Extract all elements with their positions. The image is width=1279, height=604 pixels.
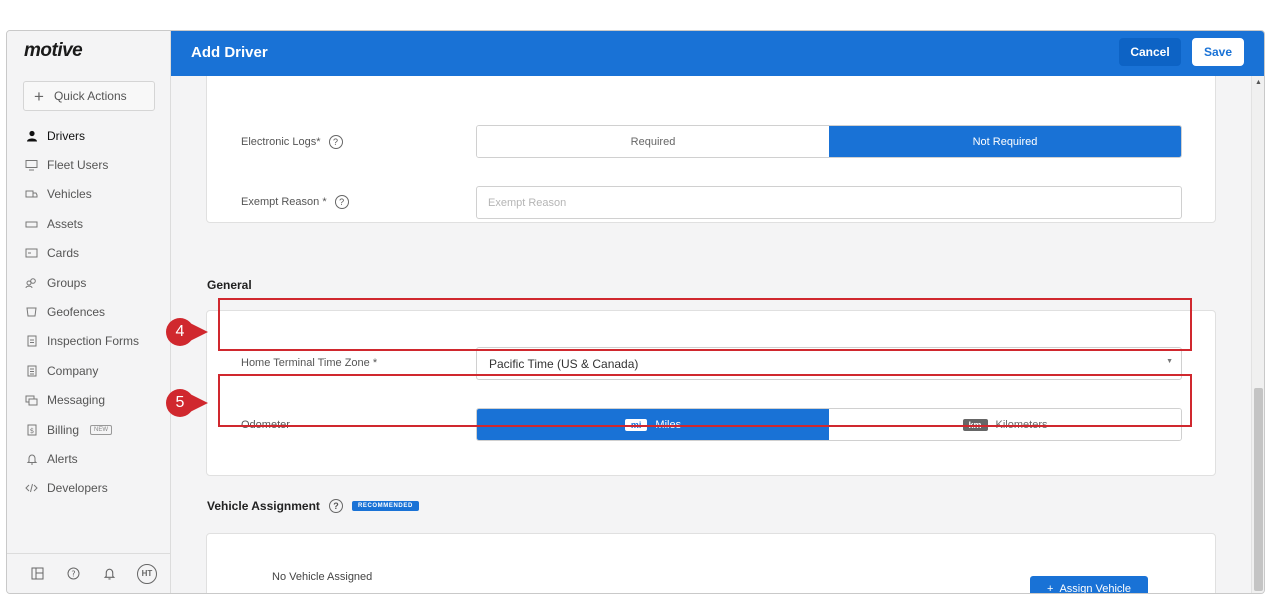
- sidebar-nav: Drivers Fleet Users Vehicles Assets Card…: [25, 121, 139, 503]
- vertical-scrollbar[interactable]: ▲: [1251, 76, 1264, 593]
- electronic-logs-not-required-option[interactable]: Not Required: [829, 126, 1181, 157]
- sidebar-item-label: Groups: [47, 275, 87, 290]
- recommended-badge: RECOMMENDED: [351, 501, 419, 511]
- save-button[interactable]: Save: [1192, 38, 1244, 66]
- geofence-icon: [25, 306, 38, 319]
- groups-icon: [25, 276, 38, 289]
- plus-icon: +: [34, 86, 44, 106]
- annotation-highlight-odometer: [218, 374, 1192, 427]
- quick-actions-label: Quick Actions: [53, 89, 127, 103]
- electronic-logs-label-text: Electronic Logs*: [241, 136, 321, 148]
- code-icon: [25, 482, 38, 495]
- notification-bell-icon[interactable]: [101, 566, 117, 582]
- help-circle-icon[interactable]: ?: [334, 195, 349, 209]
- building-icon: [25, 364, 38, 377]
- sidebar-item-assets[interactable]: Assets: [25, 209, 139, 238]
- hours-of-service-card: Electronic Logs* ? Required Not Required…: [206, 76, 1216, 223]
- card-icon: [25, 247, 38, 260]
- sidebar-item-label: Drivers: [47, 128, 85, 143]
- scroll-up-arrow-icon[interactable]: ▲: [1255, 79, 1262, 86]
- exempt-reason-label: Exempt Reason * ?: [241, 195, 349, 209]
- sidebar-item-label: Cards: [47, 246, 80, 261]
- form-icon: [25, 335, 38, 348]
- sidebar-item-groups[interactable]: Groups: [25, 268, 139, 297]
- sidebar-item-vehicles[interactable]: Vehicles: [25, 180, 139, 209]
- sidebar-item-cards[interactable]: Cards: [25, 239, 139, 268]
- sidebar-item-label: Messaging: [47, 393, 106, 408]
- vehicle-assignment-section-title: Vehicle Assignment ? RECOMMENDED: [207, 499, 419, 513]
- electronic-logs-required-option[interactable]: Required: [477, 126, 829, 157]
- exempt-reason-input[interactable]: [476, 186, 1182, 219]
- annotation-marker-5: 5: [166, 389, 208, 417]
- sidebar-item-label: Geofences: [47, 305, 106, 320]
- assign-vehicle-button[interactable]: + Assign Vehicle: [1030, 576, 1148, 593]
- trailer-icon: [25, 217, 38, 230]
- sidebar-item-fleet-users[interactable]: Fleet Users: [25, 150, 139, 179]
- sidebar-item-messaging[interactable]: Messaging: [25, 386, 139, 415]
- sidebar-item-label: Inspection Forms: [47, 334, 140, 349]
- sidebar-item-label: Fleet Users: [47, 158, 109, 173]
- sidebar-item-label: Vehicles: [47, 187, 92, 202]
- bell-icon: [25, 452, 38, 465]
- exempt-reason-label-text: Exempt Reason *: [241, 196, 327, 208]
- sidebar-footer: ? HT: [7, 553, 171, 593]
- scrollbar-thumb[interactable]: [1254, 388, 1263, 591]
- sidebar-item-geofences[interactable]: Geofences: [25, 297, 139, 326]
- vehicle-assignment-title-text: Vehicle Assignment: [207, 499, 320, 513]
- help-circle-icon[interactable]: ?: [328, 499, 343, 513]
- cancel-button[interactable]: Cancel: [1119, 38, 1181, 66]
- sidebar-item-label: Company: [47, 363, 99, 378]
- sidebar-item-label: Developers: [47, 481, 108, 496]
- general-section-title: General: [207, 278, 252, 292]
- quick-actions-button[interactable]: + Quick Actions: [23, 81, 155, 111]
- page-title: Add Driver: [191, 44, 268, 61]
- sidebar-item-billing[interactable]: $ Billing NEW: [25, 415, 139, 444]
- sidebar-item-label: Alerts: [47, 451, 78, 466]
- vehicle-assignment-card: No Vehicle Assigned + Assign Vehicle: [206, 533, 1216, 593]
- electronic-logs-toggle: Required Not Required: [476, 125, 1182, 158]
- new-badge: NEW: [90, 424, 113, 435]
- svg-text:$: $: [29, 427, 33, 435]
- person-icon: [25, 129, 38, 142]
- sidebar-item-label: Billing: [47, 422, 80, 437]
- sidebar-item-label: Assets: [47, 216, 84, 231]
- sidebar-item-alerts[interactable]: Alerts: [25, 444, 139, 473]
- plus-icon: +: [1047, 583, 1054, 593]
- help-circle-icon[interactable]: ?: [328, 135, 343, 149]
- svg-text:?: ?: [71, 569, 75, 578]
- general-title-text: General: [207, 278, 252, 292]
- sidebar-item-drivers[interactable]: Drivers: [25, 121, 139, 150]
- time-zone-label-text: Home Terminal Time Zone *: [241, 357, 378, 369]
- electronic-logs-label: Electronic Logs* ?: [241, 135, 343, 149]
- truck-icon: [25, 188, 38, 201]
- marker-number: 4: [166, 318, 194, 346]
- no-vehicle-text: No Vehicle Assigned: [272, 571, 373, 583]
- sidebar-item-company[interactable]: Company: [25, 356, 139, 385]
- dashboard-icon[interactable]: [29, 566, 45, 582]
- sidebar-item-developers[interactable]: Developers: [25, 474, 139, 503]
- marker-number: 5: [166, 389, 194, 417]
- user-avatar[interactable]: HT: [137, 563, 157, 584]
- help-icon[interactable]: ?: [65, 566, 81, 582]
- annotation-marker-4: 4: [166, 318, 208, 346]
- annotation-highlight-time-zone: [218, 298, 1192, 351]
- chevron-down-icon: ▼: [1166, 358, 1173, 365]
- billing-icon: $: [25, 423, 38, 436]
- sidebar: motive + Quick Actions Drivers Fleet Use…: [7, 31, 171, 593]
- time-zone-label: Home Terminal Time Zone *: [241, 357, 377, 369]
- sidebar-item-inspection-forms[interactable]: Inspection Forms: [25, 327, 139, 356]
- assign-vehicle-label: Assign Vehicle: [1059, 583, 1131, 593]
- message-icon: [25, 394, 38, 407]
- page-header: Add Driver Cancel Save: [171, 31, 1264, 76]
- motive-logo[interactable]: motive: [24, 40, 83, 62]
- time-zone-value: Pacific Time (US & Canada): [489, 356, 639, 371]
- monitor-icon: [25, 159, 38, 172]
